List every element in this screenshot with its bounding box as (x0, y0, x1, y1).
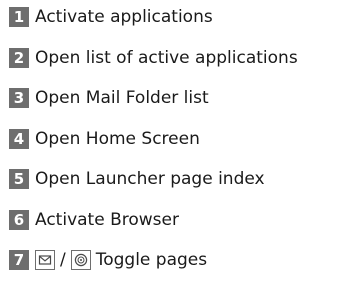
legend-label: Open Launcher page index (35, 169, 265, 189)
legend-item-4: 4 Open Home Screen (9, 128, 337, 150)
legend-label: Toggle pages (95, 250, 208, 270)
mail-key-icon (35, 250, 55, 270)
number-badge: 4 (9, 128, 29, 149)
legend-item-7: 7 / Toggle pages (9, 249, 337, 271)
legend-item-2: 2 Open list of active applications (9, 47, 337, 69)
number-badge: 7 (9, 250, 29, 270)
legend-label: Open Home Screen (35, 128, 200, 149)
number-badge: 5 (9, 169, 29, 189)
legend-item-1: 1 Activate applications (9, 6, 337, 28)
legend-list: 1 Activate applications 2 Open list of a… (9, 6, 337, 290)
number-badge: 2 (9, 47, 29, 68)
number-badge: 3 (9, 88, 29, 108)
legend-label: Activate Browser (35, 209, 179, 230)
legend-label: Open Mail Folder list (35, 88, 209, 108)
legend-item-3: 3 Open Mail Folder list (9, 87, 337, 109)
number-badge: 6 (9, 209, 29, 230)
legend-item-5: 5 Open Launcher page index (9, 168, 337, 190)
number-badge: 1 (9, 7, 29, 27)
legend-label: Activate applications (35, 7, 213, 27)
separator: / (60, 250, 66, 270)
legend-item-6: 6 Activate Browser (9, 209, 337, 231)
legend-label: Open list of active applications (35, 47, 298, 68)
browser-key-icon (70, 250, 91, 270)
